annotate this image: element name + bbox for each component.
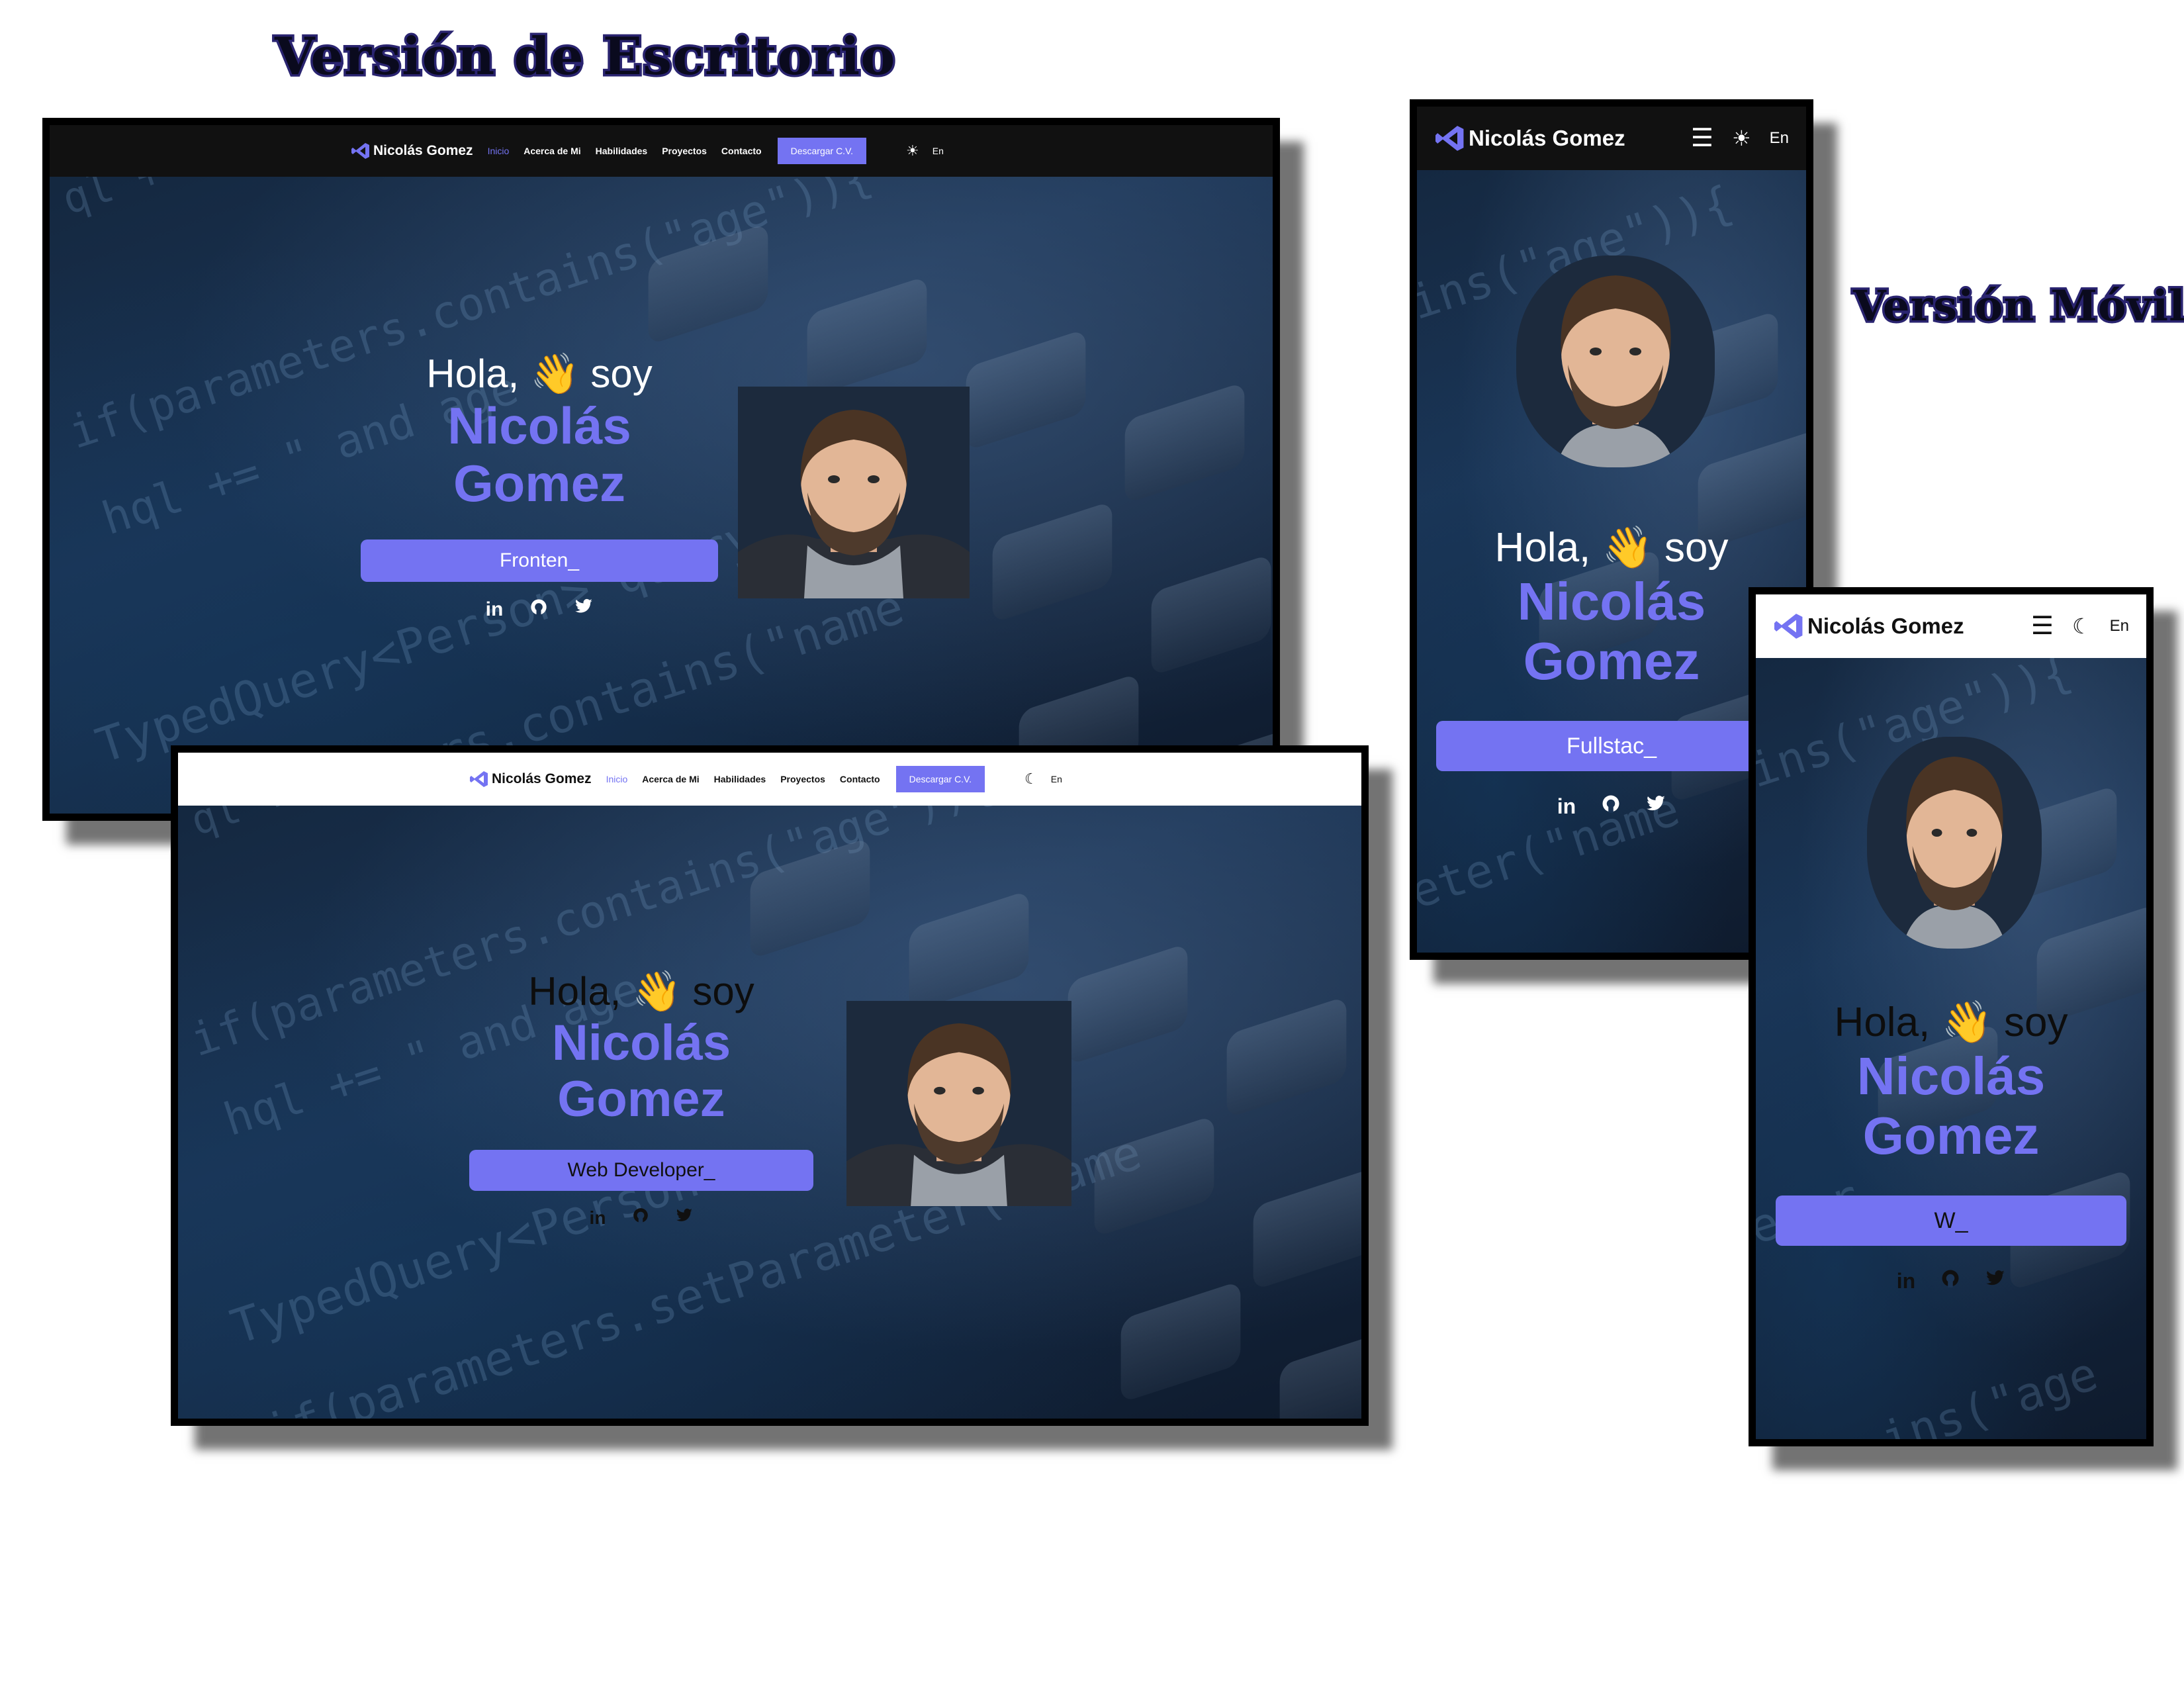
- download-cv-button[interactable]: Descargar C.V.: [777, 138, 867, 164]
- profile-photo: [1867, 737, 2042, 949]
- nav-controls: ☰ ☾ En: [2031, 614, 2129, 639]
- nav-habilidades[interactable]: Habilidades: [596, 146, 648, 156]
- last-name: Gomez: [1862, 1105, 2040, 1165]
- github-icon[interactable]: [1940, 1268, 1960, 1293]
- sun-icon[interactable]: ☀: [1732, 126, 1751, 151]
- greeting: Hola, 👋 soy: [1834, 1000, 2068, 1045]
- nav-contacto[interactable]: Contacto: [721, 146, 762, 156]
- navbar: Nicolás Gomez Inicio Acerca de Mi Habili…: [178, 753, 1361, 806]
- wave-emoji: 👋: [1941, 1000, 1993, 1045]
- typed-role-button[interactable]: Fullstac_: [1436, 721, 1787, 772]
- language-toggle[interactable]: En: [1770, 129, 1789, 148]
- nav-habilidades[interactable]: Habilidades: [714, 774, 766, 784]
- navbar: Nicolás Gomez ☰ ☾ En: [1756, 594, 2146, 658]
- greeting: Hola, 👋 soy: [426, 352, 653, 396]
- first-name: Nicolás: [1856, 1047, 2046, 1105]
- brand-logo[interactable]: Nicolás Gomez: [351, 142, 473, 160]
- download-cv-button[interactable]: Descargar C.V.: [895, 766, 985, 792]
- vscode-logo-icon: [351, 143, 369, 159]
- social-links: in: [1417, 794, 1806, 819]
- last-name: Gomez: [453, 454, 626, 513]
- language-toggle[interactable]: En: [1051, 774, 1062, 784]
- wave-emoji: 👋: [631, 969, 682, 1013]
- twitter-icon[interactable]: [1985, 1269, 2005, 1293]
- desktop-version-heading: Versión de Escritorio: [272, 24, 897, 89]
- moon-icon[interactable]: ☾: [1024, 771, 1038, 788]
- sun-icon[interactable]: ☀: [906, 142, 919, 160]
- linkedin-icon[interactable]: in: [1557, 794, 1576, 819]
- linkedin-icon[interactable]: in: [590, 1207, 606, 1229]
- hamburger-icon[interactable]: ☰: [1691, 126, 1713, 151]
- social-links: in: [456, 1207, 827, 1229]
- twitter-icon[interactable]: [1646, 794, 1666, 819]
- brand-name: Nicolás Gomez: [492, 771, 592, 786]
- nav-proyectos[interactable]: Proyectos: [662, 146, 707, 156]
- nav-controls: ☰ ☀ En: [1691, 126, 1789, 151]
- hero-section: Hola, 👋 soy Nicolás Gomez Fullstac_ in: [1417, 524, 1806, 819]
- first-name: Nicolás: [551, 1015, 731, 1071]
- last-name: Gomez: [557, 1071, 725, 1128]
- language-toggle[interactable]: En: [2110, 617, 2129, 635]
- navbar: Nicolás Gomez Inicio Acerca de Mi Habili…: [50, 125, 1273, 177]
- profile-photo: [738, 387, 970, 598]
- first-name: Nicolás: [447, 397, 631, 455]
- brand-name: Nicolás Gomez: [1469, 126, 1625, 150]
- brand-logo[interactable]: Nicolás Gomez: [1434, 124, 1625, 153]
- greeting: Hola, 👋 soy: [1494, 525, 1729, 571]
- vscode-logo-icon: [1774, 614, 1803, 639]
- vscode-logo-icon: [470, 771, 488, 787]
- profile-photo: [846, 1001, 1071, 1206]
- mobile-version-heading: Versión Móvil: [1850, 279, 2184, 334]
- brand-logo[interactable]: Nicolás Gomez: [1773, 612, 1964, 641]
- greeting: Hola, 👋 soy: [528, 969, 754, 1013]
- hero-section: Hola, 👋 soy Nicolás Gomez Fronten_ in: [347, 350, 731, 622]
- twitter-icon[interactable]: [574, 598, 593, 621]
- desktop-light-screenshot: ql += if(parameters.contains("age")){ hq…: [171, 745, 1369, 1426]
- brand-logo[interactable]: Nicolás Gomez: [469, 770, 592, 788]
- hero-section: Hola, 👋 soy Nicolás Gomez W_ in: [1756, 998, 2146, 1293]
- desktop-dark-screenshot: ql += if(parameters.contains("age")){ hq…: [42, 118, 1280, 821]
- linkedin-icon[interactable]: in: [486, 598, 504, 621]
- typed-role-button[interactable]: Fronten_: [361, 539, 718, 582]
- typed-role-button[interactable]: W_: [1776, 1196, 2126, 1246]
- wave-emoji: 👋: [1602, 525, 1653, 571]
- nav-contacto[interactable]: Contacto: [840, 774, 880, 784]
- hero-section: Hola, 👋 soy Nicolás Gomez Web Developer_…: [456, 968, 827, 1229]
- twitter-icon[interactable]: [676, 1207, 693, 1229]
- last-name: Gomez: [1523, 631, 1700, 690]
- brand-name: Nicolás Gomez: [1807, 614, 1964, 638]
- typed-role-button[interactable]: Web Developer_: [469, 1150, 813, 1192]
- linkedin-icon[interactable]: in: [1897, 1269, 1915, 1293]
- github-icon[interactable]: [1601, 794, 1621, 819]
- nav-proyectos[interactable]: Proyectos: [780, 774, 825, 784]
- language-toggle[interactable]: En: [933, 146, 944, 156]
- social-links: in: [1756, 1268, 2146, 1293]
- wave-emoji: 👋: [529, 352, 580, 396]
- hamburger-icon[interactable]: ☰: [2031, 614, 2054, 639]
- github-icon[interactable]: [529, 598, 548, 622]
- nav-acerca[interactable]: Acerca de Mi: [523, 146, 580, 156]
- nav-acerca[interactable]: Acerca de Mi: [642, 774, 699, 784]
- navbar: Nicolás Gomez ☰ ☀ En: [1417, 107, 1806, 170]
- nav-inicio[interactable]: Inicio: [488, 146, 510, 156]
- github-icon[interactable]: [632, 1207, 649, 1229]
- nav-inicio[interactable]: Inicio: [606, 774, 628, 784]
- first-name: Nicolás: [1517, 572, 1706, 631]
- social-links: in: [347, 598, 731, 622]
- brand-name: Nicolás Gomez: [373, 143, 473, 158]
- mobile-light-screenshot: ins("age")){ eter ins("age Nicolás Gomez…: [1749, 587, 2154, 1446]
- vscode-logo-icon: [1435, 126, 1464, 151]
- profile-photo: [1516, 256, 1715, 467]
- moon-icon[interactable]: ☾: [2072, 614, 2091, 639]
